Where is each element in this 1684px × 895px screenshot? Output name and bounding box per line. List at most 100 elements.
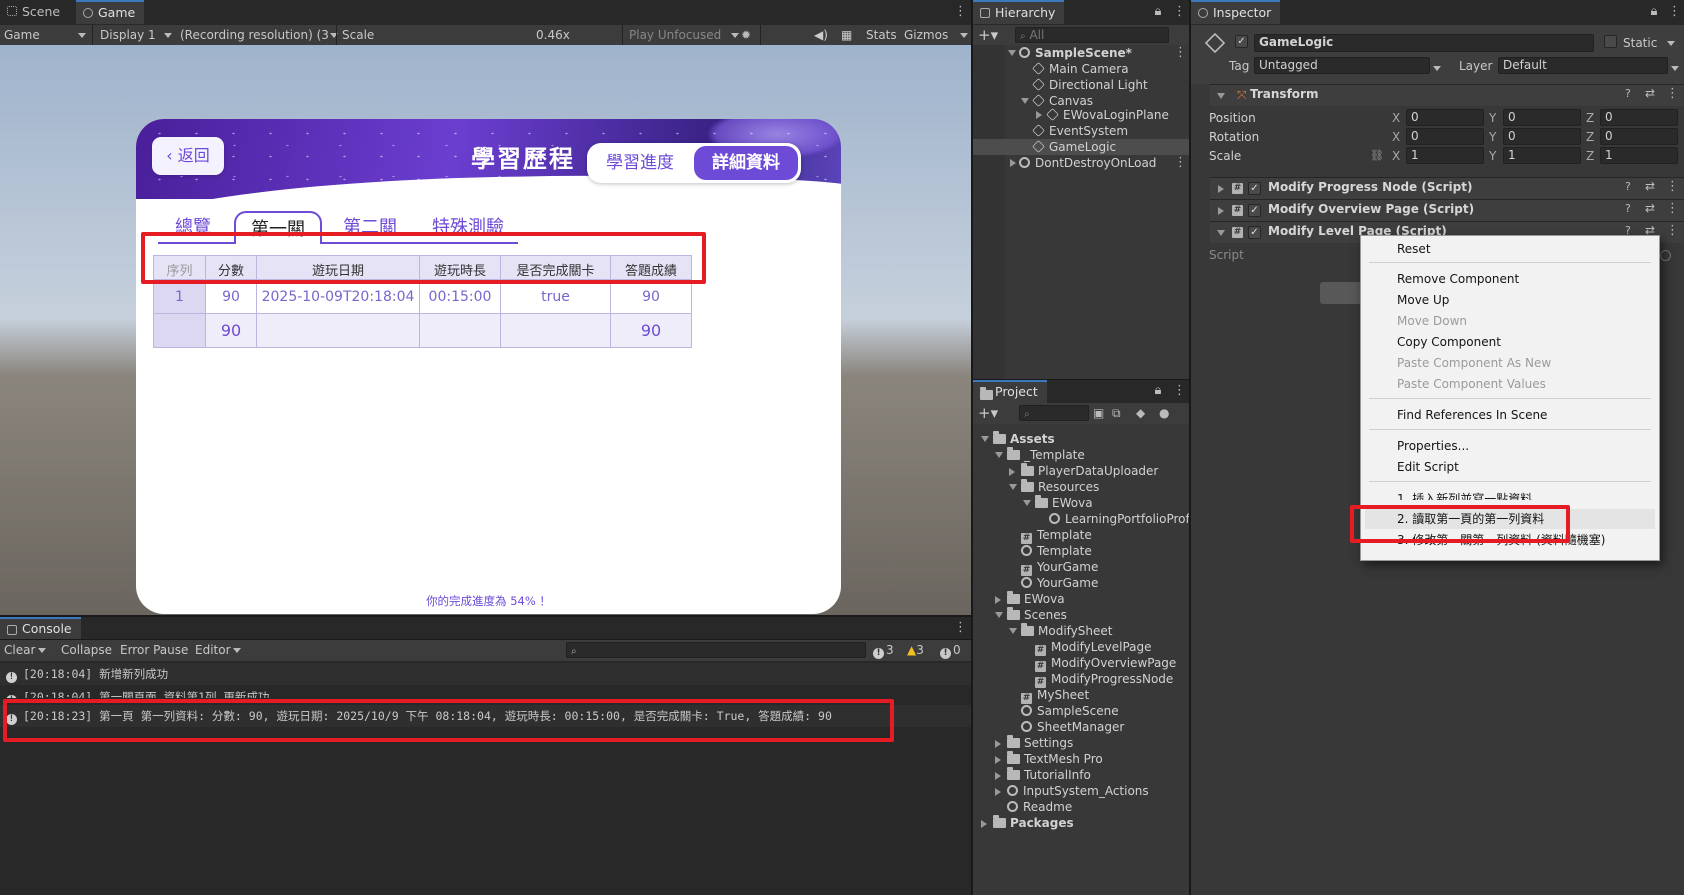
component-menu-icon[interactable]: ⋮ [1666,86,1679,101]
tab-game[interactable]: Game [76,0,145,24]
project-item[interactable]: TutorialInfo [1007,767,1091,783]
game-viewport[interactable]: ‹ 返回 學習歷程 學習進度 詳細資料 總覽 第一關 第二關 特殊測驗 序列 分… [0,45,971,615]
component-menu-icon[interactable]: ⋮ [1666,223,1679,238]
bug-icon[interactable]: ✹ [741,25,751,45]
stats-button[interactable]: Stats [866,25,897,45]
help-icon[interactable]: ? [1625,202,1631,215]
expand-arrow-icon[interactable] [1009,484,1017,490]
toggle-detail-button[interactable]: 詳細資料 [694,146,798,180]
hierarchy-item-dontdestroyonload[interactable]: DontDestroyOnLoad [1019,155,1156,171]
tab-project[interactable]: Project [973,380,1047,403]
project-item[interactable]: Resources [1021,479,1099,495]
script-target-icon[interactable] [1660,250,1671,261]
preset-icon[interactable]: ⇄ [1645,179,1655,193]
collapse-button[interactable]: Collapse [61,640,112,660]
project-item[interactable]: Assets [993,431,1055,447]
lock-icon[interactable]: 🔒︎ [1153,384,1163,398]
warning-count[interactable]: ▲3 [907,640,924,660]
gameobject-active-checkbox[interactable]: ✓ [1235,35,1248,48]
transform-scale-z-input[interactable]: 1 [1600,147,1678,164]
help-icon[interactable]: ? [1625,87,1631,100]
inspector-menu-icon[interactable]: ⋮ [1668,5,1681,19]
static-checkbox[interactable] [1604,35,1617,48]
hierarchy-item-ewovaloginplane[interactable]: EWovaLoginPlane [1046,107,1169,123]
project-item[interactable]: ModifySheet [1021,623,1112,639]
menu-item[interactable]: 1. 插入新列並寫一點資料 [1397,488,1532,500]
project-item[interactable]: Readme [1007,799,1072,815]
project-item[interactable]: SheetManager [1021,719,1124,735]
preset-icon[interactable]: ⇄ [1645,86,1655,100]
project-item[interactable]: _Template [1007,447,1085,463]
transform-rotation-y-input[interactable]: 0 [1503,128,1581,145]
layer-dropdown[interactable]: Default [1498,57,1679,74]
expand-arrow-icon[interactable] [1021,98,1029,104]
project-item[interactable]: Settings [1007,735,1073,751]
error-count[interactable]: ! 0 [940,640,961,660]
expand-arrow-icon[interactable] [1023,500,1031,506]
project-item[interactable]: TextMesh Pro [1007,751,1103,767]
log-entry[interactable]: ! [20:18:04] 新增新列成功 [0,663,971,685]
error-pause-button[interactable]: Error Pause [120,640,188,660]
hierarchy-item-eventsystem[interactable]: EventSystem [1032,123,1128,139]
component-transform-header[interactable]: ⤧ Transform ? ⇄ ⋮ [1210,84,1684,106]
collapse-arrow-icon[interactable] [995,596,1001,604]
collapse-arrow-icon[interactable] [995,756,1001,764]
filter-label-icon[interactable]: ⧉ [1112,403,1121,423]
menu-item[interactable]: Edit Script [1397,457,1459,477]
component-enabled-checkbox[interactable]: ✓ [1248,226,1261,239]
tab-console[interactable]: Console [0,617,81,639]
gizmos-dropdown[interactable]: Gizmos [904,25,968,45]
hierarchy-item-directional-light[interactable]: Directional Light [1032,77,1148,93]
collapse-arrow-icon[interactable] [1036,111,1042,119]
game-mode-dropdown[interactable]: Game [4,25,86,45]
tab-hierarchy[interactable]: Hierarchy [973,0,1065,24]
console-menu-icon[interactable]: ⋮ [954,621,967,635]
filter-type-icon[interactable]: ▣ [1093,403,1104,423]
editor-dropdown[interactable]: Editor [195,640,241,660]
back-button[interactable]: ‹ 返回 [152,137,224,175]
static-dropdown[interactable] [1661,33,1675,53]
menu-item[interactable]: Remove Component [1397,269,1519,289]
toggle-progress-button[interactable]: 學習進度 [587,143,693,183]
project-item[interactable]: # YourGame [1021,559,1098,576]
lock-icon[interactable]: 🔒︎ [1153,5,1163,19]
component-enabled-checkbox[interactable]: ✓ [1248,182,1261,195]
tab-scene[interactable]: Scene [0,0,69,24]
expand-arrow-icon[interactable] [995,612,1003,618]
grid-toggle-icon[interactable]: ▦ [841,25,852,45]
expand-arrow-icon[interactable] [981,436,989,442]
project-item[interactable]: # Template [1021,527,1092,544]
collapse-arrow-icon[interactable] [995,740,1001,748]
collapse-arrow-icon[interactable] [995,788,1001,796]
menu-item[interactable]: Properties... [1397,436,1469,456]
project-item[interactable]: # ModifyLevelPage [1035,639,1152,656]
gameobject-name-input[interactable]: GameLogic [1254,34,1594,52]
hierarchy-menu-icon[interactable]: ⋮ [1173,5,1186,19]
menu-item[interactable]: Find References In Scene [1397,405,1547,425]
transform-position-x-input[interactable]: 0 [1406,109,1484,126]
help-icon[interactable]: ? [1625,180,1631,193]
project-item[interactable]: InputSystem_Actions [1007,783,1149,799]
component-header[interactable]: # ✓ Modify Progress Node (Script)? ⇄ ⋮ [1210,177,1684,199]
project-item[interactable]: YourGame [1021,575,1098,591]
project-item[interactable]: # ModifyOverviewPage [1035,655,1176,672]
info-count[interactable]: ! 3 [873,640,894,660]
project-item[interactable]: Scenes [1007,607,1067,623]
collapse-arrow-icon[interactable] [1009,468,1015,476]
table-row[interactable]: 1 90 2025-10-09T20:18:04 00:15:00 true 9… [153,279,692,314]
project-item[interactable]: LearningPortfolioProfi [1049,511,1193,527]
tag-icon[interactable]: ◆ [1136,403,1145,423]
collapse-arrow-icon[interactable] [1010,159,1016,167]
dontdestroy-menu-icon[interactable]: ⋮ [1174,156,1187,170]
hierarchy-item-main-camera[interactable]: Main Camera [1032,61,1129,77]
tab-inspector[interactable]: Inspector [1191,0,1281,24]
transform-rotation-x-input[interactable]: 0 [1406,128,1484,145]
log-entry[interactable]: ! [20:18:04] 第一關頁面 資料第1列 更新成功 [0,686,971,698]
display-dropdown[interactable]: Display 1 [100,25,172,45]
transform-position-y-input[interactable]: 0 [1503,109,1581,126]
component-menu-icon[interactable]: ⋮ [1666,179,1679,194]
menu-item[interactable]: Copy Component [1397,332,1501,352]
project-item[interactable]: EWova [1007,591,1065,607]
console-search-input[interactable]: ⌕ [566,642,866,658]
hierarchy-search-input[interactable]: ⌕ All [1015,27,1169,43]
